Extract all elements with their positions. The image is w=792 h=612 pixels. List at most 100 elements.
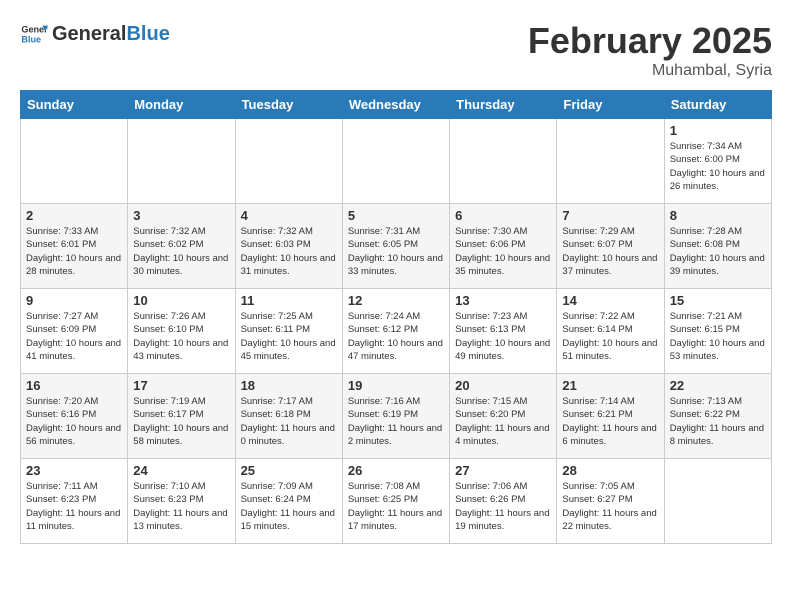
day-number: 25: [241, 463, 337, 478]
day-info: Sunrise: 7:13 AM Sunset: 6:22 PM Dayligh…: [670, 395, 766, 448]
day-info: Sunrise: 7:30 AM Sunset: 6:06 PM Dayligh…: [455, 225, 551, 278]
month-title: February 2025: [528, 20, 772, 62]
day-info: Sunrise: 7:19 AM Sunset: 6:17 PM Dayligh…: [133, 395, 229, 448]
day-number: 10: [133, 293, 229, 308]
day-cell: 17 Sunrise: 7:19 AM Sunset: 6:17 PM Dayli…: [128, 374, 235, 459]
calendar-header-row: SundayMondayTuesdayWednesdayThursdayFrid…: [21, 91, 772, 119]
day-cell: [235, 119, 342, 204]
day-number: 15: [670, 293, 766, 308]
day-number: 26: [348, 463, 444, 478]
day-cell: 7 Sunrise: 7:29 AM Sunset: 6:07 PM Daylig…: [557, 204, 664, 289]
day-number: 5: [348, 208, 444, 223]
day-cell: 21Sunrise: 7:14 AM Sunset: 6:21 PM Dayli…: [557, 374, 664, 459]
day-cell: 11Sunrise: 7:25 AM Sunset: 6:11 PM Dayli…: [235, 289, 342, 374]
day-info: Sunrise: 7:31 AM Sunset: 6:05 PM Dayligh…: [348, 225, 444, 278]
day-cell: 25 Sunrise: 7:09 AM Sunset: 6:24 PM Dayli…: [235, 459, 342, 544]
week-row-5: 23 Sunrise: 7:11 AM Sunset: 6:23 PM Dayli…: [21, 459, 772, 544]
logo-general: General: [52, 23, 126, 45]
day-number: 19: [348, 378, 444, 393]
day-number: 24: [133, 463, 229, 478]
day-cell: 3 Sunrise: 7:32 AM Sunset: 6:02 PM Daylig…: [128, 204, 235, 289]
column-header-monday: Monday: [128, 91, 235, 119]
day-number: 17: [133, 378, 229, 393]
day-info: Sunrise: 7:29 AM Sunset: 6:07 PM Dayligh…: [562, 225, 658, 278]
day-number: 23: [26, 463, 122, 478]
location-title: Muhambal, Syria: [528, 62, 772, 80]
day-number: 16: [26, 378, 122, 393]
week-row-1: 1 Sunrise: 7:34 AM Sunset: 6:00 PM Daylig…: [21, 119, 772, 204]
column-header-saturday: Saturday: [664, 91, 771, 119]
day-number: 18: [241, 378, 337, 393]
day-number: 9: [26, 293, 122, 308]
day-number: 7: [562, 208, 658, 223]
day-cell: [21, 119, 128, 204]
title-block: February 2025 Muhambal, Syria: [528, 20, 772, 80]
day-info: Sunrise: 7:32 AM Sunset: 6:03 PM Dayligh…: [241, 225, 337, 278]
day-cell: 19 Sunrise: 7:16 AM Sunset: 6:19 PM Dayli…: [342, 374, 449, 459]
column-header-friday: Friday: [557, 91, 664, 119]
day-info: Sunrise: 7:09 AM Sunset: 6:24 PM Dayligh…: [241, 480, 337, 533]
day-cell: 5 Sunrise: 7:31 AM Sunset: 6:05 PM Daylig…: [342, 204, 449, 289]
day-number: 12: [348, 293, 444, 308]
day-number: 3: [133, 208, 229, 223]
day-cell: 9Sunrise: 7:27 AM Sunset: 6:09 PM Daylig…: [21, 289, 128, 374]
day-number: 4: [241, 208, 337, 223]
day-cell: 18 Sunrise: 7:17 AM Sunset: 6:18 PM Dayli…: [235, 374, 342, 459]
day-cell: [664, 459, 771, 544]
day-info: Sunrise: 7:26 AM Sunset: 6:10 PM Dayligh…: [133, 310, 229, 363]
day-cell: [450, 119, 557, 204]
day-number: 20: [455, 378, 551, 393]
day-number: 8: [670, 208, 766, 223]
day-cell: 1 Sunrise: 7:34 AM Sunset: 6:00 PM Daylig…: [664, 119, 771, 204]
day-info: Sunrise: 7:15 AM Sunset: 6:20 PM Dayligh…: [455, 395, 551, 448]
day-number: 28: [562, 463, 658, 478]
day-info: Sunrise: 7:23 AM Sunset: 6:13 PM Dayligh…: [455, 310, 551, 363]
day-info: Sunrise: 7:33 AM Sunset: 6:01 PM Dayligh…: [26, 225, 122, 278]
day-number: 22: [670, 378, 766, 393]
day-cell: 4 Sunrise: 7:32 AM Sunset: 6:03 PM Daylig…: [235, 204, 342, 289]
day-cell: [342, 119, 449, 204]
day-number: 1: [670, 123, 766, 138]
logo-blue: Blue: [126, 23, 169, 45]
day-info: Sunrise: 7:32 AM Sunset: 6:02 PM Dayligh…: [133, 225, 229, 278]
day-cell: 26 Sunrise: 7:08 AM Sunset: 6:25 PM Dayli…: [342, 459, 449, 544]
day-info: Sunrise: 7:17 AM Sunset: 6:18 PM Dayligh…: [241, 395, 337, 448]
week-row-4: 16Sunrise: 7:20 AM Sunset: 6:16 PM Dayli…: [21, 374, 772, 459]
day-info: Sunrise: 7:06 AM Sunset: 6:26 PM Dayligh…: [455, 480, 551, 533]
day-cell: 20 Sunrise: 7:15 AM Sunset: 6:20 PM Dayli…: [450, 374, 557, 459]
day-cell: [557, 119, 664, 204]
week-row-3: 9Sunrise: 7:27 AM Sunset: 6:09 PM Daylig…: [21, 289, 772, 374]
day-cell: 8 Sunrise: 7:28 AM Sunset: 6:08 PM Daylig…: [664, 204, 771, 289]
day-cell: 27 Sunrise: 7:06 AM Sunset: 6:26 PM Dayli…: [450, 459, 557, 544]
day-cell: 22 Sunrise: 7:13 AM Sunset: 6:22 PM Dayli…: [664, 374, 771, 459]
day-info: Sunrise: 7:11 AM Sunset: 6:23 PM Dayligh…: [26, 480, 122, 533]
week-row-2: 2Sunrise: 7:33 AM Sunset: 6:01 PM Daylig…: [21, 204, 772, 289]
day-info: Sunrise: 7:14 AM Sunset: 6:21 PM Dayligh…: [562, 395, 658, 448]
day-cell: 10 Sunrise: 7:26 AM Sunset: 6:10 PM Dayli…: [128, 289, 235, 374]
column-header-tuesday: Tuesday: [235, 91, 342, 119]
day-info: Sunrise: 7:22 AM Sunset: 6:14 PM Dayligh…: [562, 310, 658, 363]
day-number: 14: [562, 293, 658, 308]
column-header-sunday: Sunday: [21, 91, 128, 119]
day-info: Sunrise: 7:34 AM Sunset: 6:00 PM Dayligh…: [670, 140, 766, 193]
calendar-table: SundayMondayTuesdayWednesdayThursdayFrid…: [20, 90, 772, 544]
day-cell: 14 Sunrise: 7:22 AM Sunset: 6:14 PM Dayli…: [557, 289, 664, 374]
day-info: Sunrise: 7:25 AM Sunset: 6:11 PM Dayligh…: [241, 310, 337, 363]
day-info: Sunrise: 7:24 AM Sunset: 6:12 PM Dayligh…: [348, 310, 444, 363]
day-cell: 24 Sunrise: 7:10 AM Sunset: 6:23 PM Dayli…: [128, 459, 235, 544]
day-number: 13: [455, 293, 551, 308]
day-number: 27: [455, 463, 551, 478]
day-info: Sunrise: 7:16 AM Sunset: 6:19 PM Dayligh…: [348, 395, 444, 448]
day-info: Sunrise: 7:08 AM Sunset: 6:25 PM Dayligh…: [348, 480, 444, 533]
day-number: 6: [455, 208, 551, 223]
day-cell: 13 Sunrise: 7:23 AM Sunset: 6:13 PM Dayli…: [450, 289, 557, 374]
svg-text:Blue: Blue: [21, 34, 41, 44]
day-info: Sunrise: 7:05 AM Sunset: 6:27 PM Dayligh…: [562, 480, 658, 533]
column-header-thursday: Thursday: [450, 91, 557, 119]
day-info: Sunrise: 7:10 AM Sunset: 6:23 PM Dayligh…: [133, 480, 229, 533]
logo-icon: General Blue: [20, 20, 48, 48]
day-cell: 2Sunrise: 7:33 AM Sunset: 6:01 PM Daylig…: [21, 204, 128, 289]
day-cell: 23 Sunrise: 7:11 AM Sunset: 6:23 PM Dayli…: [21, 459, 128, 544]
day-info: Sunrise: 7:28 AM Sunset: 6:08 PM Dayligh…: [670, 225, 766, 278]
day-cell: 28 Sunrise: 7:05 AM Sunset: 6:27 PM Dayli…: [557, 459, 664, 544]
